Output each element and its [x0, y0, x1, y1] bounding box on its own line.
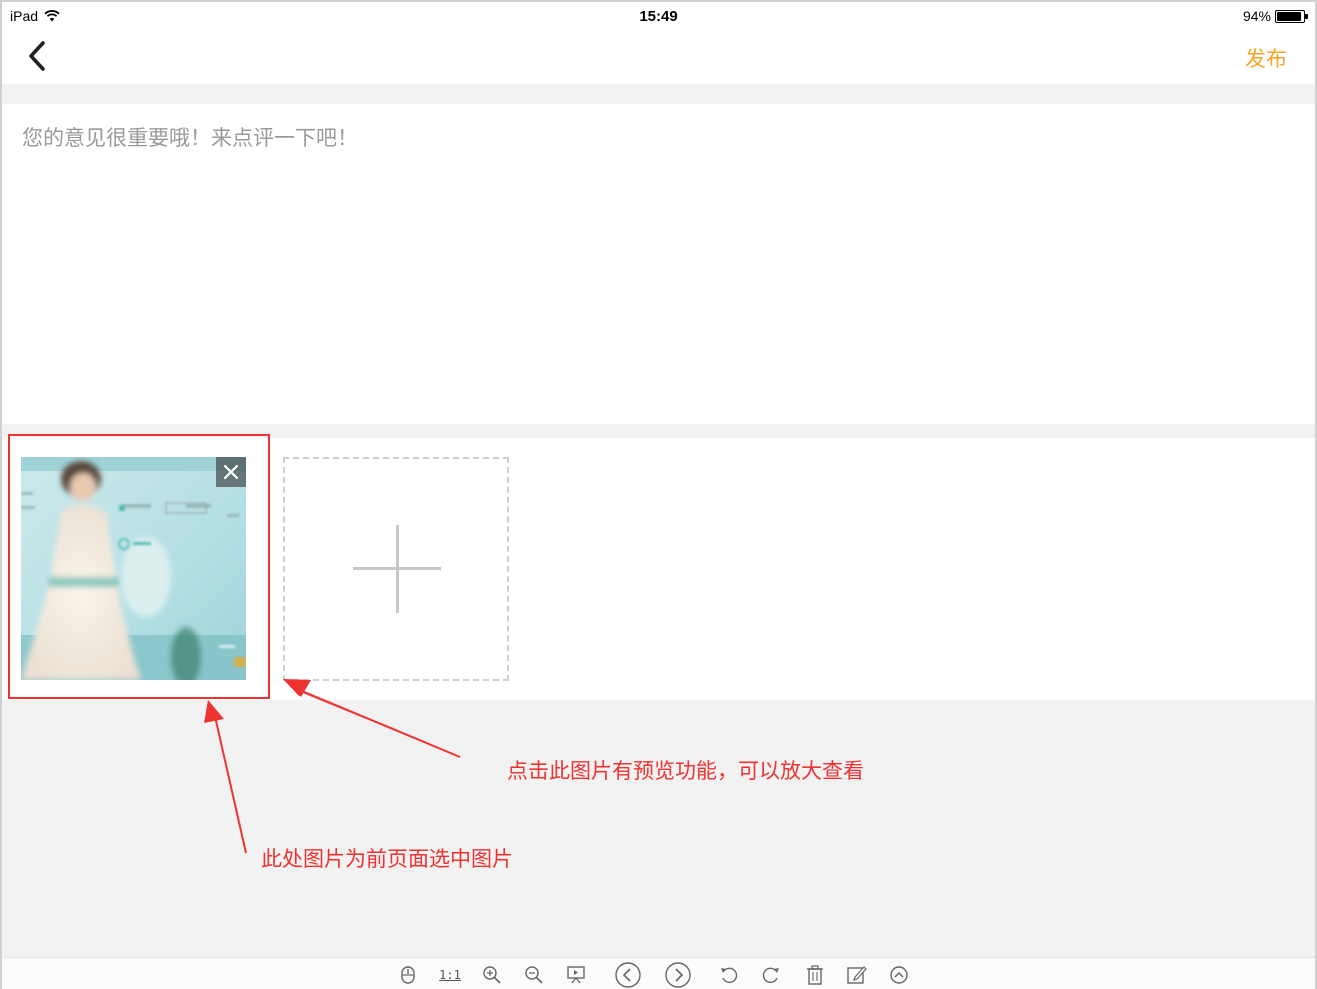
edit-icon[interactable] [846, 963, 868, 987]
publish-button[interactable]: 发布 [1245, 43, 1287, 73]
chevron-left-icon [29, 41, 45, 71]
annotation-highlight-box [8, 434, 270, 699]
plus-icon-vertical [396, 525, 399, 613]
status-battery: 94% [1242, 8, 1308, 24]
section-divider [2, 84, 1315, 104]
previous-icon[interactable] [612, 962, 644, 988]
battery-percent: 94% [1242, 8, 1271, 24]
next-icon[interactable] [662, 962, 694, 988]
comment-section [2, 104, 1315, 424]
mouse-icon[interactable] [398, 963, 418, 987]
battery-icon [1275, 9, 1308, 23]
collapse-icon[interactable] [888, 963, 910, 987]
rotate-right-icon[interactable] [760, 963, 782, 987]
slideshow-icon[interactable] [565, 963, 587, 987]
status-bar: iPad 15:49 94% [2, 2, 1315, 30]
comment-input[interactable] [22, 122, 1292, 412]
status-time: 15:49 [639, 8, 678, 25]
battery-tip [1305, 13, 1308, 19]
battery-level [1277, 11, 1302, 21]
add-photo-button[interactable] [283, 457, 509, 681]
zoom-out-icon[interactable] [523, 963, 545, 987]
empty-background [2, 700, 1315, 957]
actual-size-button[interactable]: 1:1 [438, 963, 462, 987]
delete-icon[interactable] [804, 963, 826, 987]
annotation-preview-note: 点击此图片有预览功能，可以放大查看 [507, 759, 864, 783]
annotation-selected-note: 此处图片为前页面选中图片 [261, 847, 513, 871]
zoom-in-icon[interactable] [481, 963, 503, 987]
rotate-left-icon[interactable] [718, 963, 740, 987]
image-viewer-toolbar: 1:1 [2, 957, 1315, 989]
back-button[interactable] [20, 38, 56, 74]
nav-bar: 发布 [2, 30, 1315, 84]
actual-size-label: 1:1 [439, 968, 461, 982]
